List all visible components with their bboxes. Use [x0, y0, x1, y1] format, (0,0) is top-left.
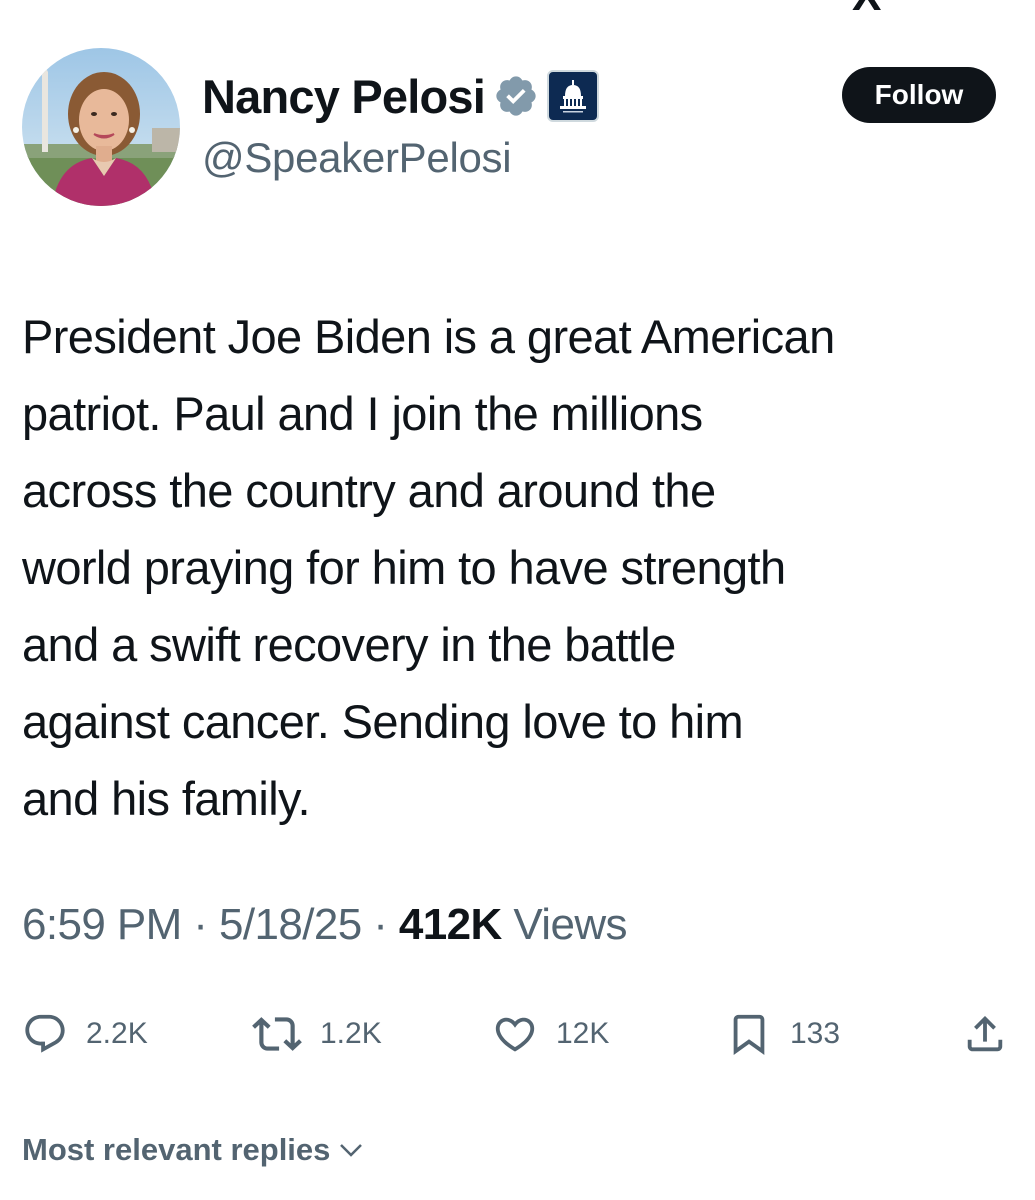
reply-button[interactable]: 2.2K — [22, 1006, 148, 1062]
tweet-text-line: and a swift recovery in the battle — [22, 618, 676, 671]
tweet-text-line: and his family. — [22, 772, 311, 825]
repost-icon — [252, 1017, 302, 1051]
like-button[interactable]: 12K — [492, 1006, 609, 1062]
capitol-icon — [559, 80, 586, 113]
tweet-date[interactable]: 5/18/25 — [219, 900, 362, 949]
repost-button[interactable]: 1.2K — [252, 1006, 382, 1062]
affiliate-badge-icon[interactable] — [546, 70, 599, 122]
follow-button[interactable]: Follow — [842, 67, 996, 123]
header-fragment: X — [852, 0, 916, 12]
bookmark-count: 133 — [790, 1017, 841, 1050]
views-count[interactable]: 412K — [399, 900, 502, 949]
tweet-time[interactable]: 6:59 PM — [22, 900, 182, 949]
like-count: 12K — [556, 1017, 610, 1050]
tweet-text-line: patriot. Paul and I join the millions — [22, 387, 703, 440]
replies-sort-dropdown[interactable]: Most relevant replies — [22, 1132, 366, 1168]
bookmark-icon — [733, 1014, 765, 1055]
tweet-text: President Joe Biden is a great American … — [22, 298, 1027, 837]
tweet-text-line: President Joe Biden is a great American — [22, 310, 835, 363]
tweet-text-line: against cancer. Sending love to him — [22, 695, 744, 748]
tweet-text-line: world praying for him to have strength — [22, 541, 786, 594]
replies-sort-label: Most relevant replies — [22, 1132, 331, 1167]
author-name-row: Nancy Pelosi — [202, 66, 599, 126]
author-handle[interactable]: @SpeakerPelosi — [202, 134, 512, 182]
avatar-image — [22, 48, 180, 206]
share-button[interactable] — [962, 1006, 1008, 1062]
share-icon — [967, 1015, 1003, 1052]
author-name[interactable]: Nancy Pelosi — [202, 69, 486, 124]
chevron-down-icon — [340, 1144, 363, 1157]
views-label: Views — [501, 900, 627, 949]
avatar[interactable] — [22, 48, 180, 206]
heart-icon — [495, 1017, 535, 1052]
reply-count: 2.2K — [86, 1017, 148, 1050]
repost-count: 1.2K — [320, 1017, 382, 1050]
reply-icon — [25, 1014, 65, 1053]
header-fragment-text: X — [852, 0, 916, 12]
action-bar: 2.2K 1.2K 12K 133 — [0, 1006, 1035, 1062]
verified-badge-icon[interactable] — [493, 73, 539, 119]
meta-separator: · — [181, 900, 219, 949]
bookmark-button[interactable]: 133 — [726, 1006, 840, 1062]
tweet-meta: 6:59 PM · 5/18/25 · 412K Views — [22, 900, 628, 950]
meta-separator: · — [361, 900, 399, 949]
tweet-text-line: across the country and around the — [22, 464, 716, 517]
